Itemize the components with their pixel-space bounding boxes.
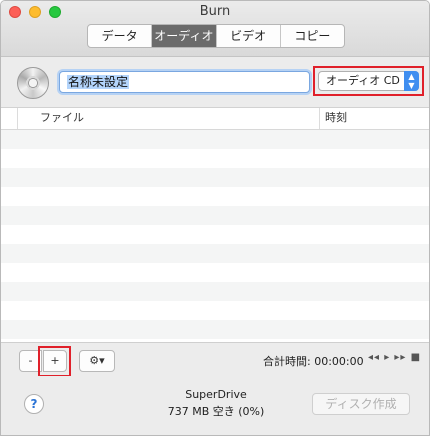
title-bar: Burn データ オーディオ ビデオ コピー [1, 1, 429, 57]
total-time: 合計時間: 00:00:00 [263, 353, 364, 369]
file-table: ファイル 時刻 [1, 107, 429, 342]
table-row [1, 320, 429, 339]
disc-name-input[interactable]: 名称未設定 [59, 71, 310, 93]
column-header-time[interactable]: 時刻 [319, 108, 429, 129]
tab-copy[interactable]: コピー [281, 25, 344, 47]
disc-icon [17, 67, 49, 99]
table-row [1, 282, 429, 301]
table-row [1, 263, 429, 282]
mode-tabs: データ オーディオ ビデオ コピー [87, 24, 345, 48]
total-time-label: 合計時間: [263, 355, 311, 368]
tab-data[interactable]: データ [88, 25, 153, 47]
playback-controls[interactable]: ◂◂ ▸ ▸▸ ■ [368, 352, 421, 363]
disc-type-select[interactable]: オーディオ CD ▲ ▼ [318, 71, 419, 91]
disc-name-text: 名称未設定 [67, 75, 130, 89]
disc-type-value: オーディオ CD [326, 74, 400, 87]
table-row [1, 244, 429, 263]
table-header: ファイル 時刻 [1, 108, 429, 130]
chevron-down-icon: ▾ [99, 354, 105, 367]
window-title: Burn [199, 4, 231, 19]
tab-video[interactable]: ビデオ [217, 25, 281, 47]
burn-window: Burn データ オーディオ ビデオ コピー 名称未設定 オーディオ CD ▲ ▼… [0, 0, 430, 436]
table-row [1, 301, 429, 320]
table-row [1, 168, 429, 187]
table-row [1, 149, 429, 168]
tab-audio[interactable]: オーディオ [152, 25, 217, 47]
disc-name-row: 名称未設定 オーディオ CD ▲ ▼ [1, 57, 429, 107]
table-row [1, 130, 429, 149]
gear-icon: ⚙ [89, 354, 100, 367]
table-row [1, 225, 429, 244]
table-row [1, 206, 429, 225]
add-button-highlight [38, 346, 71, 377]
footer: ? SuperDrive 737 MB 空き (0%) ディスク作成 [1, 376, 429, 435]
select-arrows-icon: ▲ ▼ [404, 71, 419, 91]
table-rows[interactable] [1, 130, 429, 339]
burn-disc-button[interactable]: ディスク作成 [312, 393, 410, 415]
table-row [1, 187, 429, 206]
action-menu-button[interactable]: ⚙▾ [79, 350, 115, 372]
total-time-value: 00:00:00 [314, 355, 364, 368]
control-bar: - + ⚙▾ 合計時間: 00:00:00 ◂◂ ▸ ▸▸ ■ [1, 342, 429, 377]
column-header-file[interactable]: ファイル [17, 108, 319, 129]
